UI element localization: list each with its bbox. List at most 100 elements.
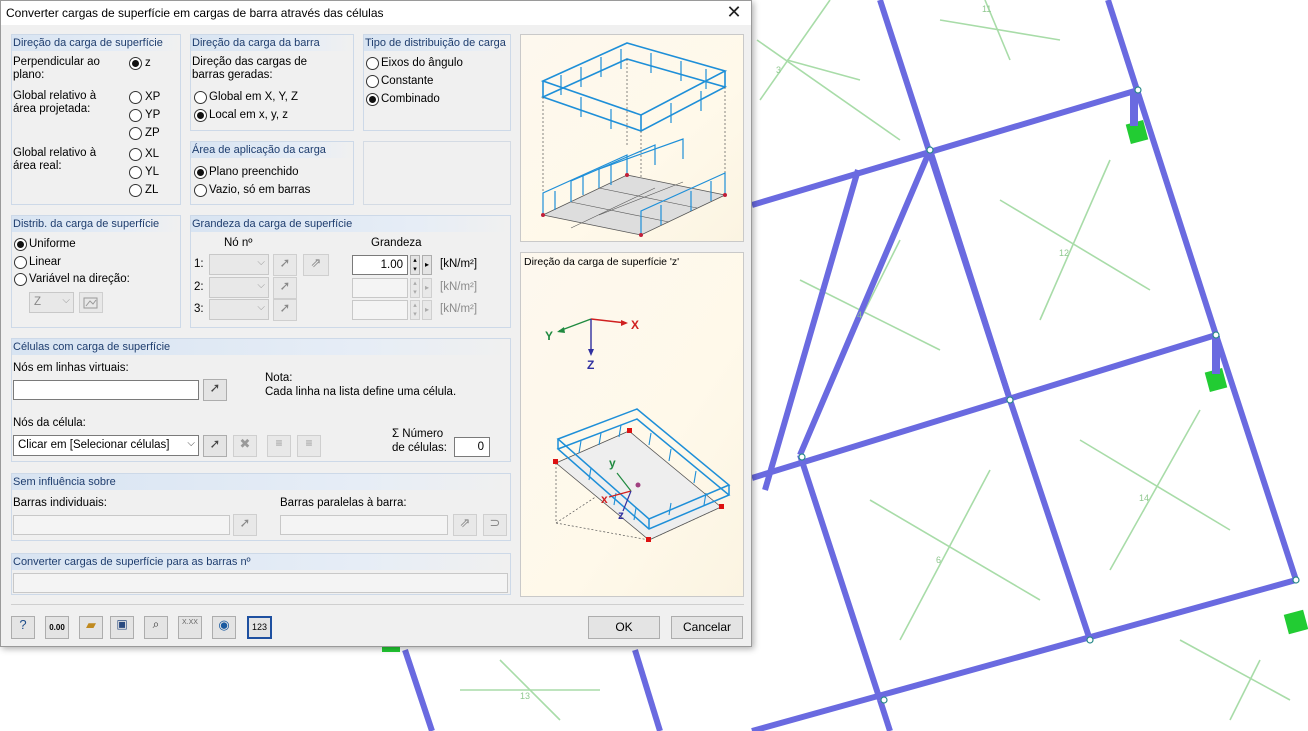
chart-icon (83, 297, 98, 309)
virtual-nodes-input[interactable] (13, 380, 199, 400)
local-z-label: z (618, 508, 624, 522)
title-bar: Converter cargas de superfície em cargas… (1, 1, 751, 25)
magnitude-input-2[interactable] (352, 278, 408, 298)
pick-node-button-3[interactable]: ➚ (273, 299, 297, 321)
delete-icon: ✖ (239, 436, 251, 451)
cancel-button[interactable]: Cancelar (671, 616, 743, 639)
dialog-title: Converter cargas de superfície em cargas… (6, 6, 384, 20)
pick-multiple-button[interactable]: ⇗ (303, 254, 329, 276)
radio-yp[interactable] (129, 109, 142, 122)
pick-arrow-icon: ➚ (279, 255, 291, 270)
direction-select[interactable]: Z ⌵ (29, 292, 74, 313)
local-y-label: y (609, 456, 616, 470)
radio-combined[interactable] (366, 93, 379, 106)
magnitude-input-1[interactable]: 1.00 (352, 255, 408, 275)
node-select-2[interactable]: ⌵ (209, 277, 269, 298)
arrow-right-button-2[interactable]: ▸ (422, 278, 432, 298)
group-header: Converter cargas de superfície para as b… (12, 554, 510, 570)
direction-select-value: Z (34, 296, 42, 308)
cell-tool-button-2[interactable]: ≡ (297, 435, 321, 457)
chevron-down-icon: ⌵ (257, 302, 265, 313)
pick-single-members-button[interactable]: ➚ (233, 514, 257, 536)
parallel-tool-button[interactable]: ⊃ (483, 514, 507, 536)
pick-arrow-icon: ➚ (209, 380, 221, 395)
radio-xp[interactable] (129, 91, 142, 104)
radio-void[interactable] (194, 184, 207, 197)
cell-tool-button-1[interactable]: ≡ (267, 435, 291, 457)
pick-node-button-2[interactable]: ➚ (273, 277, 297, 299)
radio-global-xyz[interactable] (194, 91, 207, 104)
radio-z[interactable] (129, 57, 142, 70)
magnifier-icon: ⌕ (152, 617, 160, 631)
open-button[interactable]: ▰ (79, 616, 103, 639)
save-button[interactable]: ▣ (110, 616, 134, 639)
select-cells-button[interactable]: ➚ (203, 435, 227, 457)
radio-xl[interactable] (129, 148, 142, 161)
surface-load-direction-group: Direção da carga de superfície Perpendic… (11, 34, 181, 205)
units-button[interactable]: 0.00 (45, 616, 69, 639)
diagram-edit-button[interactable] (79, 292, 103, 313)
group-header: Grandeza da carga de superfície (191, 216, 510, 232)
precision-button[interactable]: X.XX (178, 616, 202, 639)
spin-button-1[interactable]: ▴ ▾ (410, 255, 420, 275)
group-header: Direção da carga de superfície (12, 35, 180, 51)
spin-button-3[interactable]: ▴ ▾ (410, 300, 420, 320)
radio-yl[interactable] (129, 166, 142, 179)
radio-zp[interactable] (129, 127, 142, 140)
radio-linear[interactable] (14, 256, 27, 269)
spin-button-2[interactable]: ▴ ▾ (410, 278, 420, 298)
preview-button[interactable]: ⌕ (144, 616, 168, 639)
radio-variable[interactable] (14, 273, 27, 286)
perpendicular-label: Perpendicular ao plano: (13, 56, 100, 81)
radio-zp-label: ZP (145, 127, 160, 139)
ok-button[interactable]: OK (588, 616, 660, 639)
chevron-down-icon: ⌵ (62, 295, 70, 306)
node-select-1[interactable]: ⌵ (209, 254, 269, 275)
radio-uniform[interactable] (14, 238, 27, 251)
radio-yl-label: YL (145, 166, 160, 178)
parallel-members-input[interactable] (280, 515, 448, 535)
load-distribution-group: Distrib. da carga de superfície Uniforme… (11, 215, 181, 328)
radio-filled-label: Plano preenchido (209, 166, 299, 178)
view-button[interactable]: ◉ (212, 616, 236, 639)
convert-to-members-input[interactable] (13, 573, 508, 593)
arrow-right-button-1[interactable]: ▸ (422, 255, 432, 275)
generated-direction-label: Direção das cargas de barras geradas: (192, 56, 308, 81)
group-header: Células com carga de superfície (12, 339, 510, 355)
radio-zl[interactable] (129, 184, 142, 197)
list-edit-icon: ≡ (305, 436, 313, 450)
delete-cell-button[interactable]: ✖ (233, 435, 257, 457)
pick-parallel-button[interactable]: ⇗ (453, 514, 477, 536)
close-icon[interactable]: ✕ (723, 2, 745, 24)
real-area-label: Global relativo à área real: (13, 147, 97, 172)
load-direction-preview: Direção da carga de superfície 'z' X Y Z (520, 252, 744, 597)
cell-count-value: 0 (454, 437, 490, 457)
node-select-3[interactable]: ⌵ (209, 299, 269, 320)
value-column-header: Grandeza (371, 237, 422, 249)
magnitude-input-3[interactable] (352, 300, 408, 320)
model-label-14: 14 (1139, 493, 1149, 503)
radio-local-xyz[interactable] (194, 109, 207, 122)
local-x-label: x (601, 492, 608, 506)
radio-linear-label: Linear (29, 256, 61, 268)
help-icon: ? (19, 617, 27, 632)
pick-virtual-nodes-button[interactable]: ➚ (203, 379, 227, 401)
load-distribution-preview (520, 34, 744, 242)
pick-node-button-1[interactable]: ➚ (273, 254, 297, 276)
arrow-right-button-3[interactable]: ▸ (422, 300, 432, 320)
single-members-input[interactable] (13, 515, 230, 535)
numbering-button[interactable]: 123 (247, 616, 272, 639)
unit-label-1: [kN/m²] (440, 258, 478, 270)
pick-arrow-icon: ➚ (279, 278, 291, 293)
model-label-12: 12 (1059, 248, 1069, 258)
radio-filled-plane[interactable] (194, 166, 207, 179)
axis-y-label: Y (545, 329, 553, 343)
radio-xp-label: XP (145, 91, 161, 103)
help-button[interactable]: ? (11, 616, 35, 639)
radio-angle-axes[interactable] (366, 57, 379, 70)
group-header: Distrib. da carga de superfície (12, 216, 180, 232)
save-icon: ▣ (116, 617, 128, 631)
preview-diagram-3d (540, 42, 728, 237)
radio-constant[interactable] (366, 75, 379, 88)
cell-nodes-select[interactable]: Clicar em [Selecionar células] ⌵ (13, 435, 199, 456)
